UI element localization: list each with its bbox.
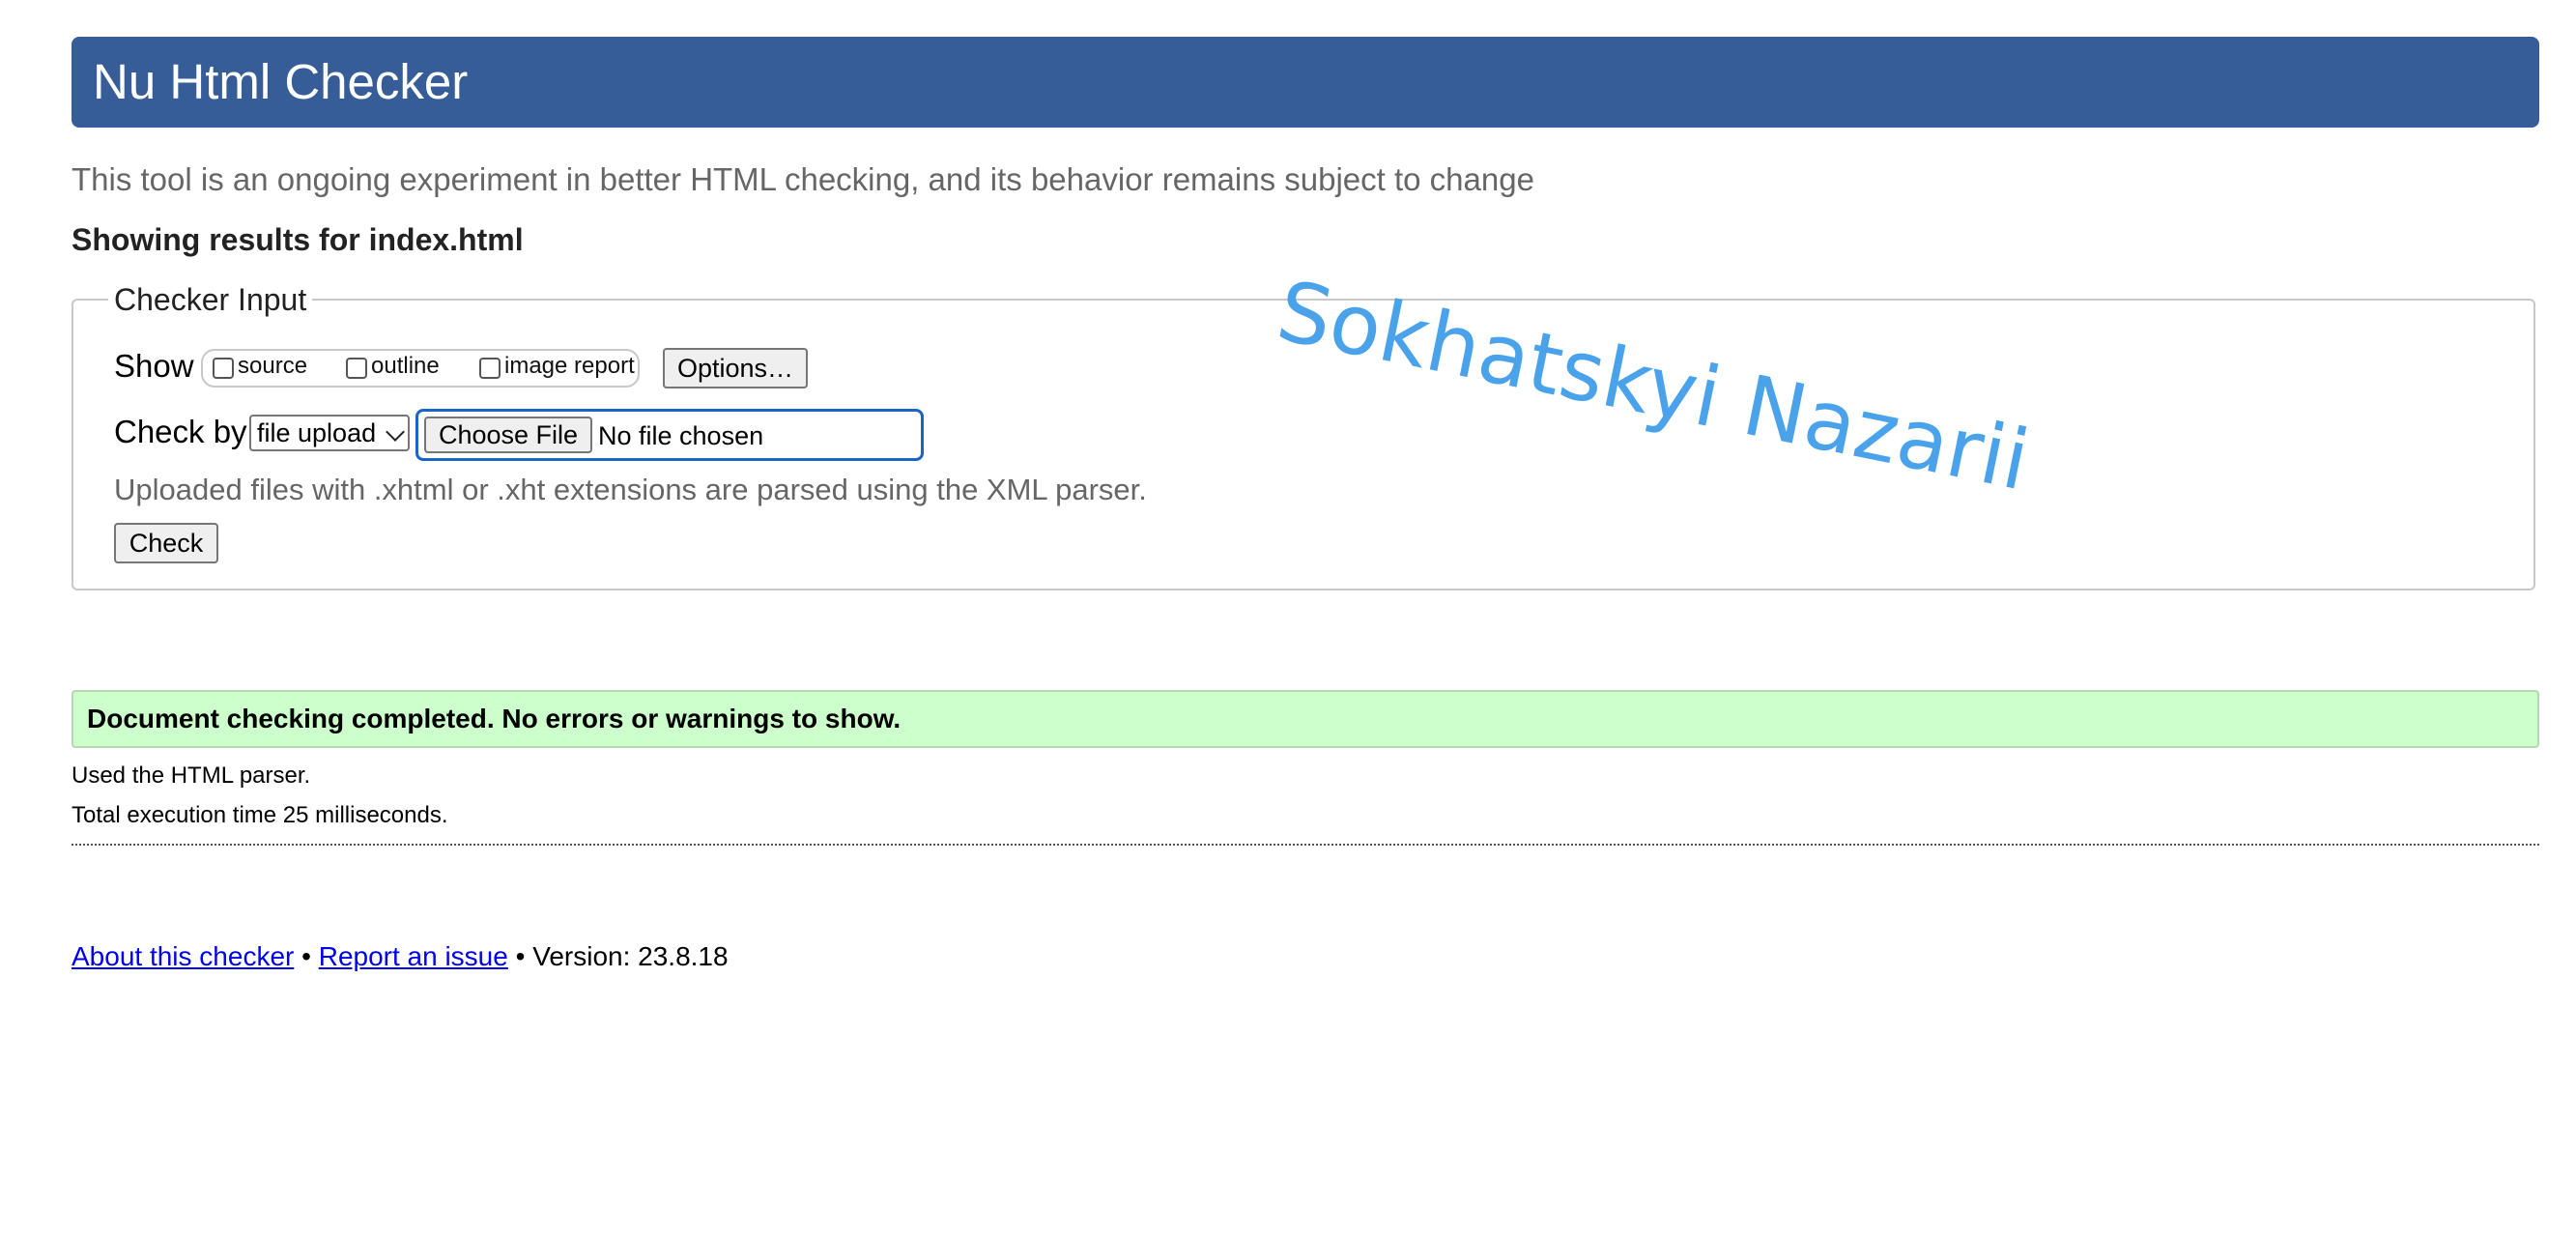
check-by-select[interactable]: file upload — [249, 415, 410, 451]
chevron-down-icon — [386, 422, 405, 442]
check-by-value: file upload — [257, 418, 377, 447]
version-text: • Version: 23.8.18 — [515, 941, 729, 971]
check-by-label: Check by — [114, 414, 247, 449]
outline-checkbox[interactable] — [346, 358, 367, 379]
results-heading: Showing results for index.html — [72, 222, 524, 257]
file-upload-input[interactable]: Choose File No file chosen — [415, 409, 924, 461]
show-image-report-option[interactable]: image report — [479, 353, 635, 386]
source-checkbox[interactable] — [213, 358, 234, 379]
header-banner: Nu Html Checker — [72, 37, 2539, 128]
outline-checkbox-label[interactable]: outline — [371, 353, 440, 380]
image-report-checkbox-label[interactable]: image report — [504, 353, 635, 380]
choose-file-button[interactable]: Choose File — [424, 417, 592, 453]
success-message-box: Document checking completed. No errors o… — [72, 690, 2539, 748]
options-button[interactable]: Options… — [663, 348, 808, 388]
page-title: Nu Html Checker — [93, 54, 469, 109]
execution-time-note: Total execution time 25 milliseconds. — [72, 802, 448, 828]
footer: About this checker • Report an issue • V… — [72, 940, 729, 973]
show-outline-option[interactable]: outline — [346, 353, 440, 386]
source-checkbox-label[interactable]: source — [238, 353, 307, 380]
image-report-checkbox[interactable] — [479, 358, 501, 379]
dotted-divider — [72, 844, 2539, 846]
report-issue-link[interactable]: Report an issue — [319, 941, 508, 971]
upload-hint: Uploaded files with .xhtml or .xht exten… — [114, 473, 1147, 506]
intro-text: This tool is an ongoing experiment in be… — [72, 161, 1534, 197]
success-message: Document checking completed. No errors o… — [87, 704, 902, 734]
footer-separator: • — [301, 941, 311, 971]
parser-note: Used the HTML parser. — [72, 762, 311, 789]
checker-input-legend: Checker Input — [108, 281, 313, 318]
show-source-option[interactable]: source — [213, 353, 307, 386]
about-checker-link[interactable]: About this checker — [72, 941, 294, 971]
check-button[interactable]: Check — [114, 523, 218, 563]
page: Nu Html Checker This tool is an ongoing … — [72, 0, 2539, 1237]
file-status-text: No file chosen — [598, 421, 764, 450]
show-options-group: source outline image report — [201, 349, 640, 388]
show-label: Show — [114, 348, 194, 384]
